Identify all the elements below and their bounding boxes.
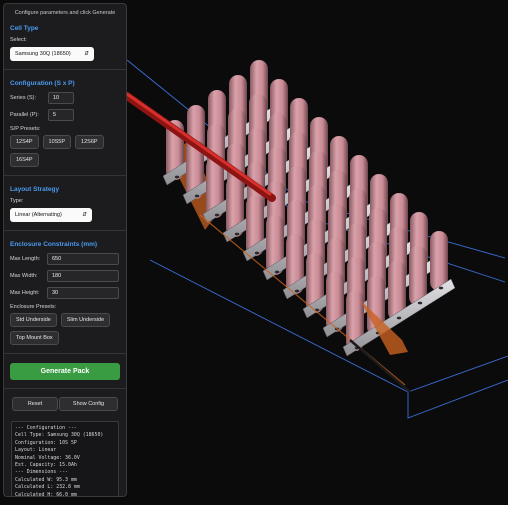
instruction-hint: Configure parameters and click Generate: [14, 10, 116, 16]
max-height-input[interactable]: 30: [47, 287, 119, 299]
show-config-button[interactable]: Show Config: [59, 397, 118, 411]
divider: [4, 388, 126, 389]
configuration-title: Configuration (S x P): [10, 80, 75, 87]
cell-type-title: Cell Type: [10, 25, 39, 32]
battery-cells: [162, 60, 456, 357]
weld-point: [438, 286, 444, 290]
preset-16s4p-button[interactable]: 16S4P: [10, 153, 39, 167]
divider: [4, 69, 126, 70]
control-panel: Configure parameters and click Generate …: [3, 3, 127, 497]
output-line: Layout: Linear: [15, 447, 57, 454]
battery-cell: [430, 231, 448, 291]
output-line: Nominal Voltage: 36.0V: [15, 454, 80, 461]
enclosure-section: Enclosure Constraints (mm) Max Length: 6…: [4, 241, 126, 345]
output-line: Calculated W: 95.3 mm: [15, 476, 77, 483]
cell-type-section: Cell Type Select: Samsung 30Q (18650) ⇵: [4, 25, 126, 61]
reset-button[interactable]: Reset: [12, 397, 58, 411]
cell-type-selected: Samsung 30Q (18650): [15, 51, 71, 57]
cell-type-select[interactable]: Samsung 30Q (18650) ⇵: [10, 47, 94, 61]
enclosure-presets-label: Enclosure Presets:: [10, 304, 57, 310]
config-output: --- Configuration --- Cell Type: Samsung …: [11, 421, 119, 497]
max-length-label: Max Length:: [10, 256, 41, 262]
weld-point: [234, 232, 240, 236]
enclosure-presets: Std Underside Slim Underside Top Mount B…: [10, 313, 120, 345]
weld-point: [214, 213, 220, 217]
max-width-label: Max Width:: [10, 273, 38, 279]
output-line: Est. Capacity: 15.0Ah: [15, 462, 77, 469]
configuration-section: Configuration (S x P) Series (S): 10 Par…: [4, 80, 126, 167]
weld-point: [254, 251, 260, 255]
weld-point: [417, 301, 423, 305]
sp-presets: 12S4P 10S5P 12S6P 16S4P: [10, 135, 120, 167]
cell-select-label: Select:: [10, 37, 27, 43]
action-buttons: Reset Show Config: [12, 397, 118, 411]
weld-point: [294, 289, 300, 293]
preset-10s5p-button[interactable]: 10S5P: [42, 135, 72, 149]
enclosure-title: Enclosure Constraints (mm): [10, 241, 98, 248]
weld-point: [174, 175, 180, 179]
layout-type-label: Type:: [10, 198, 24, 204]
preset-12s4p-button[interactable]: 12S4P: [10, 135, 39, 149]
output-line: Calculated H: 66.0 mm: [15, 491, 77, 497]
layout-section: Layout Strategy Type: Linear (Alternatin…: [4, 186, 126, 222]
weld-point: [194, 194, 200, 198]
layout-type-selected: Linear (Alternating): [15, 212, 62, 218]
parallel-input[interactable]: 5: [48, 109, 74, 121]
output-line: Configuration: 10S 5P: [15, 439, 77, 446]
sp-presets-label: S/P Presets:: [10, 126, 41, 132]
layout-type-select[interactable]: Linear (Alternating) ⇵: [10, 208, 92, 222]
preset-slim-underside-button[interactable]: Slim Underside: [60, 313, 111, 327]
chevron-updown-icon: ⇵: [82, 212, 87, 218]
max-height-label: Max Height:: [10, 290, 40, 296]
divider: [4, 230, 126, 231]
max-length-input[interactable]: 650: [47, 253, 119, 265]
series-input[interactable]: 10: [48, 92, 74, 104]
divider: [4, 175, 126, 176]
generate-pack-button[interactable]: Generate Pack: [10, 363, 120, 380]
preset-std-underside-button[interactable]: Std Underside: [10, 313, 57, 327]
divider: [4, 353, 126, 354]
weld-point: [274, 270, 280, 274]
series-label: Series (S):: [10, 95, 36, 101]
chevron-updown-icon: ⇵: [84, 51, 89, 57]
max-width-input[interactable]: 180: [47, 270, 119, 282]
output-line: Cell Type: Samsung 30Q (18650): [15, 432, 104, 439]
preset-12s6p-button[interactable]: 12S6P: [75, 135, 104, 149]
preset-top-mount-box-button[interactable]: Top Mount Box: [10, 331, 59, 345]
layout-title: Layout Strategy: [10, 186, 60, 193]
weld-point: [396, 316, 402, 320]
parallel-label: Parallel (P):: [10, 112, 39, 118]
output-line: Calculated L: 232.8 mm: [15, 484, 80, 491]
output-line: --- Configuration ---: [15, 425, 77, 431]
output-line: --- Dimensions ---: [15, 469, 68, 476]
